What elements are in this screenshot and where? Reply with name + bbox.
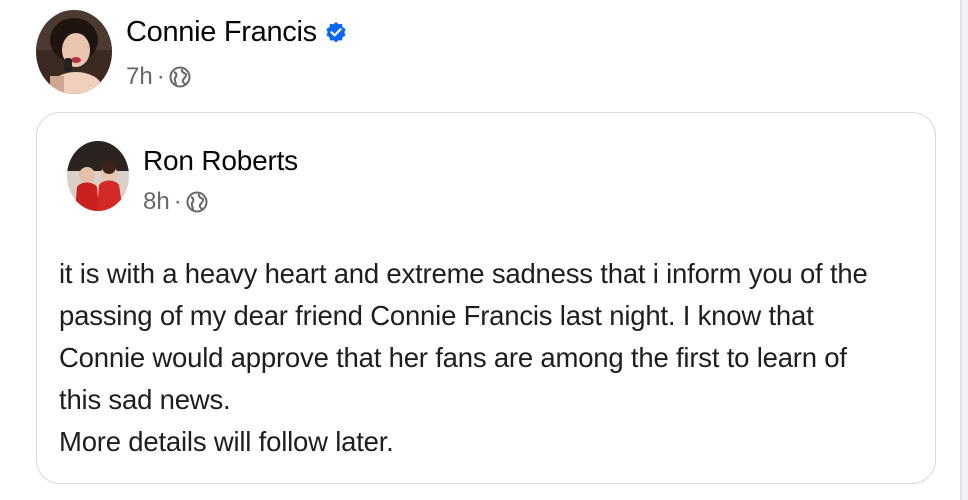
shared-post-meta: 8h ·: [143, 187, 298, 217]
post-meta: 7h ·: [126, 62, 347, 92]
post-timestamp[interactable]: 7h: [126, 63, 153, 91]
shared-post-text: it is with a heavy heart and extreme sad…: [59, 253, 919, 463]
shared-post-card[interactable]: Ron Roberts 8h · it is with a heavy hear…: [36, 112, 936, 484]
verified-badge-icon: [325, 21, 347, 43]
post-text-line: More details will follow later.: [59, 426, 394, 457]
shared-author-avatar[interactable]: [67, 141, 129, 211]
author-name-link[interactable]: Connie Francis: [126, 16, 317, 49]
globe-icon[interactable]: [186, 191, 208, 213]
author-name-row: Connie Francis: [126, 14, 347, 50]
facebook-post: Connie Francis 7h · Ron Roberts 8h · it …: [0, 0, 962, 500]
post-text-line: passing of my dear friend Connie Francis…: [59, 300, 814, 331]
globe-icon[interactable]: [169, 66, 191, 88]
author-avatar[interactable]: [36, 10, 112, 94]
shared-post-timestamp[interactable]: 8h: [143, 188, 170, 216]
shared-meta-separator: ·: [173, 188, 182, 215]
post-text-line: it is with a heavy heart and extreme sad…: [59, 258, 868, 289]
post-text-line: this sad news.: [59, 384, 231, 415]
shared-author-info: Ron Roberts 8h ·: [143, 141, 298, 217]
meta-separator: ·: [156, 63, 165, 90]
post-text-line: Connie would approve that her fans are a…: [59, 342, 847, 373]
author-info: Connie Francis 7h ·: [126, 10, 347, 92]
shared-author-name-link[interactable]: Ron Roberts: [143, 141, 298, 181]
shared-post-header: Ron Roberts 8h ·: [67, 141, 298, 217]
post-header: Connie Francis 7h ·: [36, 10, 347, 98]
